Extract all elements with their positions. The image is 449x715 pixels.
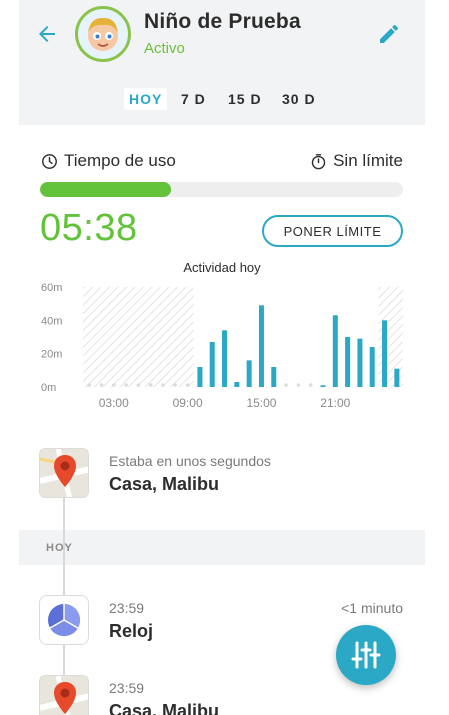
feed-item-title: Casa, Malibu [109,701,220,715]
y-tick-label: 40m [41,315,62,327]
clock-app-icon [39,595,89,645]
tab-15d[interactable]: 15 D [228,88,262,110]
sliders-icon [351,641,381,669]
chart-bar[interactable] [357,338,363,387]
location-subtitle: Estaba en unos segundos [109,453,271,469]
chart-bar[interactable] [209,342,215,387]
x-tick-label: 21:00 [320,396,350,410]
usage-progress-fill [40,182,171,197]
usage-title: Tiempo de uso [41,151,176,171]
usage-progress-bar [40,182,403,197]
map-pin-icon [39,675,89,715]
usage-title-text: Tiempo de uso [64,151,176,170]
app-screen: Niño de Prueba Activo HOY 7 D 15 D 30 D … [19,0,425,715]
set-limit-button[interactable]: PONER LÍMITE [262,215,403,247]
chart-empty-point [161,383,165,387]
timer-icon [311,153,326,169]
usage-card: Tiempo de uso Sin límite 05:38 PONER LÍM… [19,125,425,425]
chart-empty-point [99,383,104,387]
chart-empty-point [111,383,116,387]
clock-icon [42,153,57,169]
feed-item-time: 23:59 [109,600,145,616]
chart-empty-point [308,383,313,387]
y-tick-label: 0m [41,382,56,394]
chart-bar[interactable] [394,368,400,387]
chart-bar[interactable] [271,367,277,387]
y-tick-label: 20m [41,349,62,361]
usage-time: 05:38 [40,207,138,249]
y-tick-label: 60m [41,282,62,294]
x-tick-label: 09:00 [173,396,203,410]
chart-bar[interactable] [369,347,375,387]
location-entry[interactable]: Estaba en unos segundos Casa, Malibu [19,425,425,530]
tab-30d[interactable]: 30 D [282,88,316,110]
child-status: Activo [144,40,185,57]
limit-status: Sin límite [310,151,403,171]
chart-bar[interactable] [246,360,252,387]
filter-fab-button[interactable] [336,625,396,685]
chart-bar[interactable] [197,367,203,387]
child-header: Niño de Prueba Activo [19,0,425,72]
tab-7d[interactable]: 7 D [181,88,206,110]
chart-bar[interactable] [382,320,388,387]
period-tabs: HOY 7 D 15 D 30 D [19,88,425,110]
chart-hatch-region [83,287,194,387]
back-button[interactable] [35,22,59,46]
section-label-text: HOY [46,542,73,554]
chart-bar[interactable] [332,315,338,387]
chart-empty-point [284,383,288,387]
x-tick-label: 15:00 [246,396,276,410]
feed-item-duration: <1 minuto [341,600,403,616]
chart-title: Actividad hoy [183,260,261,275]
chart-bar[interactable] [345,337,351,387]
chart-bar[interactable] [320,385,326,387]
arrow-left-icon [39,26,55,42]
chart-empty-point [173,383,178,387]
chart-empty-point [87,383,91,387]
activity-chart: 60m 40m 20m 0m 03:00 09:00 15:00 21:00 [41,282,403,410]
chart-empty-point [148,383,153,387]
feed-item-time: 23:59 [109,680,145,696]
chart-empty-point [185,383,190,387]
edit-button[interactable] [377,22,401,46]
x-tick-label: 03:00 [99,396,129,410]
pencil-icon [380,24,398,43]
avatar[interactable] [75,6,131,62]
child-avatar-icon [88,17,118,51]
chart-bar[interactable] [234,382,240,387]
chart-empty-point [124,383,128,387]
chart-empty-point [296,383,301,387]
timeline-connector [63,498,65,530]
chart-bar[interactable] [222,330,228,387]
location-place: Casa, Malibu [109,474,220,494]
chart-empty-point [136,383,141,387]
map-pin-icon [39,448,89,498]
section-header-today: HOY [19,530,425,565]
feed-item-title: Reloj [109,621,154,641]
tab-hoy[interactable]: HOY [124,88,168,110]
child-name: Niño de Prueba [144,10,301,33]
chart-bar[interactable] [258,305,264,387]
limit-status-text: Sin límite [333,151,403,170]
